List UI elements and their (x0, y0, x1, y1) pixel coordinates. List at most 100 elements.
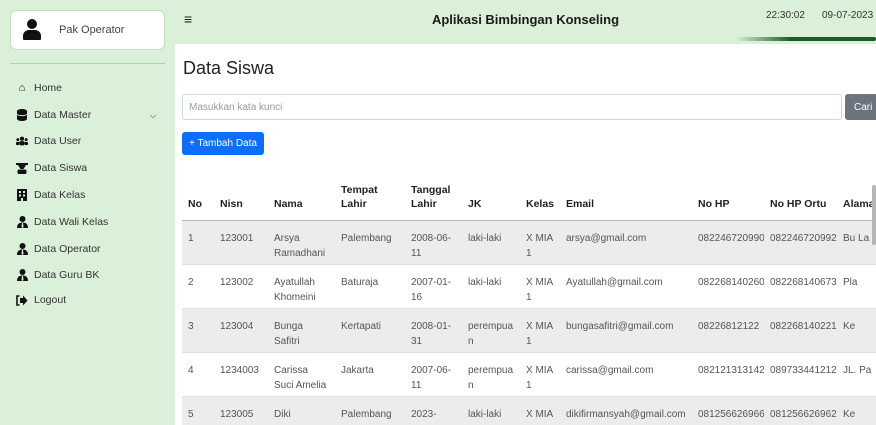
column-header: JK (462, 172, 520, 221)
sidebar-item-home[interactable]: ⌂ Home (16, 80, 62, 96)
table-cell: 2007-01-16 (405, 264, 462, 309)
table-cell: JL. Pa (837, 352, 876, 397)
clock-time: 22:30:02 (766, 10, 805, 21)
table-cell: dikifirmansyah@gmail.com (560, 396, 692, 425)
table-cell: laki-laki (462, 264, 520, 309)
user-avatar-icon (23, 19, 41, 41)
column-header: Tanggal Lahir (405, 172, 462, 221)
table-cell: Carissa Suci Amelia (268, 352, 335, 397)
table-cell: Palembang (335, 220, 405, 265)
table-cell: 082121313142 (692, 352, 764, 397)
table-scrollbar[interactable] (872, 185, 876, 245)
column-header: No HP Ortu (764, 172, 837, 221)
table-cell: X MIA (520, 396, 560, 425)
table-cell: 4 (182, 352, 214, 397)
table-cell: 2008-01-31 (405, 308, 462, 353)
sidebar-item-data-siswa[interactable]: Data Siswa (16, 160, 87, 176)
table-cell: laki-laki (462, 396, 520, 425)
database-icon (16, 109, 28, 121)
table-cell: Ke (837, 308, 876, 353)
column-header: Kelas (520, 172, 560, 221)
sidebar-item-label: Data Wali Kelas (34, 216, 109, 228)
table-cell: X MIA 1 (520, 352, 560, 397)
table-cell: 08226812122 (692, 308, 764, 353)
table-header-row: No Nisn Nama Tempat Lahir Tanggal Lahir … (182, 172, 876, 221)
table-cell: 081256626962 (764, 396, 837, 425)
column-header: Alamat (837, 172, 876, 221)
page-title: Data Siswa (183, 58, 275, 78)
table-cell: 082268140221 (764, 308, 837, 353)
table-cell: 081256626966 (692, 396, 764, 425)
table-cell: Palembang (335, 396, 405, 425)
table-cell: 082246720992 (764, 220, 837, 265)
table-cell: 089733441212 (764, 352, 837, 397)
table-cell: 1 (182, 220, 214, 265)
table-cell: Bu La (837, 220, 876, 265)
sidebar-item-data-guru-bk[interactable]: Data Guru BK (16, 267, 99, 283)
table-row[interactable]: 5 123005 Diki Palembang 2023- laki-laki … (182, 396, 876, 425)
table-cell: bungasafitri@gmail.com (560, 308, 692, 353)
sidebar-item-data-wali-kelas[interactable]: Data Wali Kelas (16, 214, 108, 230)
sidebar-item-label: Logout (34, 294, 67, 306)
table-row[interactable]: 3 123004 Bunga Safitri Kertapati 2008-01… (182, 308, 876, 353)
table-cell: Jakarta (335, 352, 405, 397)
user-tie-icon (16, 216, 28, 228)
sidebar-item-logout[interactable]: Logout (16, 292, 66, 308)
students-table: No Nisn Nama Tempat Lahir Tanggal Lahir … (182, 172, 876, 425)
column-header: Nisn (214, 172, 268, 221)
column-header: Nama (268, 172, 335, 221)
building-icon (16, 189, 28, 201)
chevron-down-icon[interactable]: ⌵ (150, 111, 156, 121)
table-cell: laki-laki (462, 220, 520, 265)
table-cell: Kertapati (335, 308, 405, 353)
column-header: No HP (692, 172, 764, 221)
table-cell: 2007-06-11 (405, 352, 462, 397)
table-cell: 082268140260 (692, 264, 764, 309)
table-cell: Pla (837, 264, 876, 309)
table-cell: X MIA 1 (520, 308, 560, 353)
table-cell: 123005 (214, 396, 268, 425)
sign-out-icon (16, 294, 28, 306)
search-input[interactable] (182, 94, 842, 120)
table-cell: 123001 (214, 220, 268, 265)
table-row[interactable]: 1 123001 Arsya Ramadhani Palembang 2008-… (182, 220, 876, 265)
sidebar-item-data-kelas[interactable]: Data Kelas (16, 187, 85, 203)
column-header: Email (560, 172, 692, 221)
table-row[interactable]: 4 1234003 Carissa Suci Amelia Jakarta 20… (182, 352, 876, 397)
column-header: Tempat Lahir (335, 172, 405, 221)
table-cell: Bunga Safitri (268, 308, 335, 353)
user-tie-icon (16, 243, 28, 255)
sidebar-item-data-master[interactable]: Data Master (16, 107, 91, 123)
sidebar-item-label: Data User (34, 135, 82, 147)
add-data-button[interactable]: + Tambah Data (182, 132, 264, 155)
user-name: Pak Operator (59, 24, 125, 36)
table-cell: Arsya Ramadhani (268, 220, 335, 265)
table-cell: 123004 (214, 308, 268, 353)
table-cell: Diki (268, 396, 335, 425)
table-cell: Ayatullah@gmail.com (560, 264, 692, 309)
sidebar-item-label: Data Guru BK (34, 269, 100, 281)
sidebar-item-data-user[interactable]: Data User (16, 133, 81, 149)
table-cell: 2023- (405, 396, 462, 425)
table-cell: carissa@gmail.com (560, 352, 692, 397)
top-bar: ≡ Aplikasi Bimbingan Konseling 22:30:02 … (175, 0, 876, 44)
user-profile-card[interactable]: Pak Operator (10, 10, 165, 50)
topbar-accent-line (735, 37, 876, 41)
table-cell: 082246720990 (692, 220, 764, 265)
sidebar-item-label: Data Siswa (34, 162, 88, 174)
student-icon (16, 162, 28, 174)
table-cell: 3 (182, 308, 214, 353)
sidebar-item-data-operator[interactable]: Data Operator (16, 241, 101, 257)
table-cell: X MIA 1 (520, 220, 560, 265)
table-cell: 123002 (214, 264, 268, 309)
home-icon: ⌂ (18, 82, 26, 94)
sidebar-item-label: Data Master (34, 109, 92, 121)
table-cell: 5 (182, 396, 214, 425)
table-cell: 2 (182, 264, 214, 309)
search-button[interactable]: Cari (845, 94, 876, 120)
users-icon (16, 135, 28, 147)
table-cell: perempuan (462, 352, 520, 397)
table-cell: X MIA 1 (520, 264, 560, 309)
table-row[interactable]: 2 123002 Ayatullah Khomeini Baturaja 200… (182, 264, 876, 309)
table-cell: 1234003 (214, 352, 268, 397)
